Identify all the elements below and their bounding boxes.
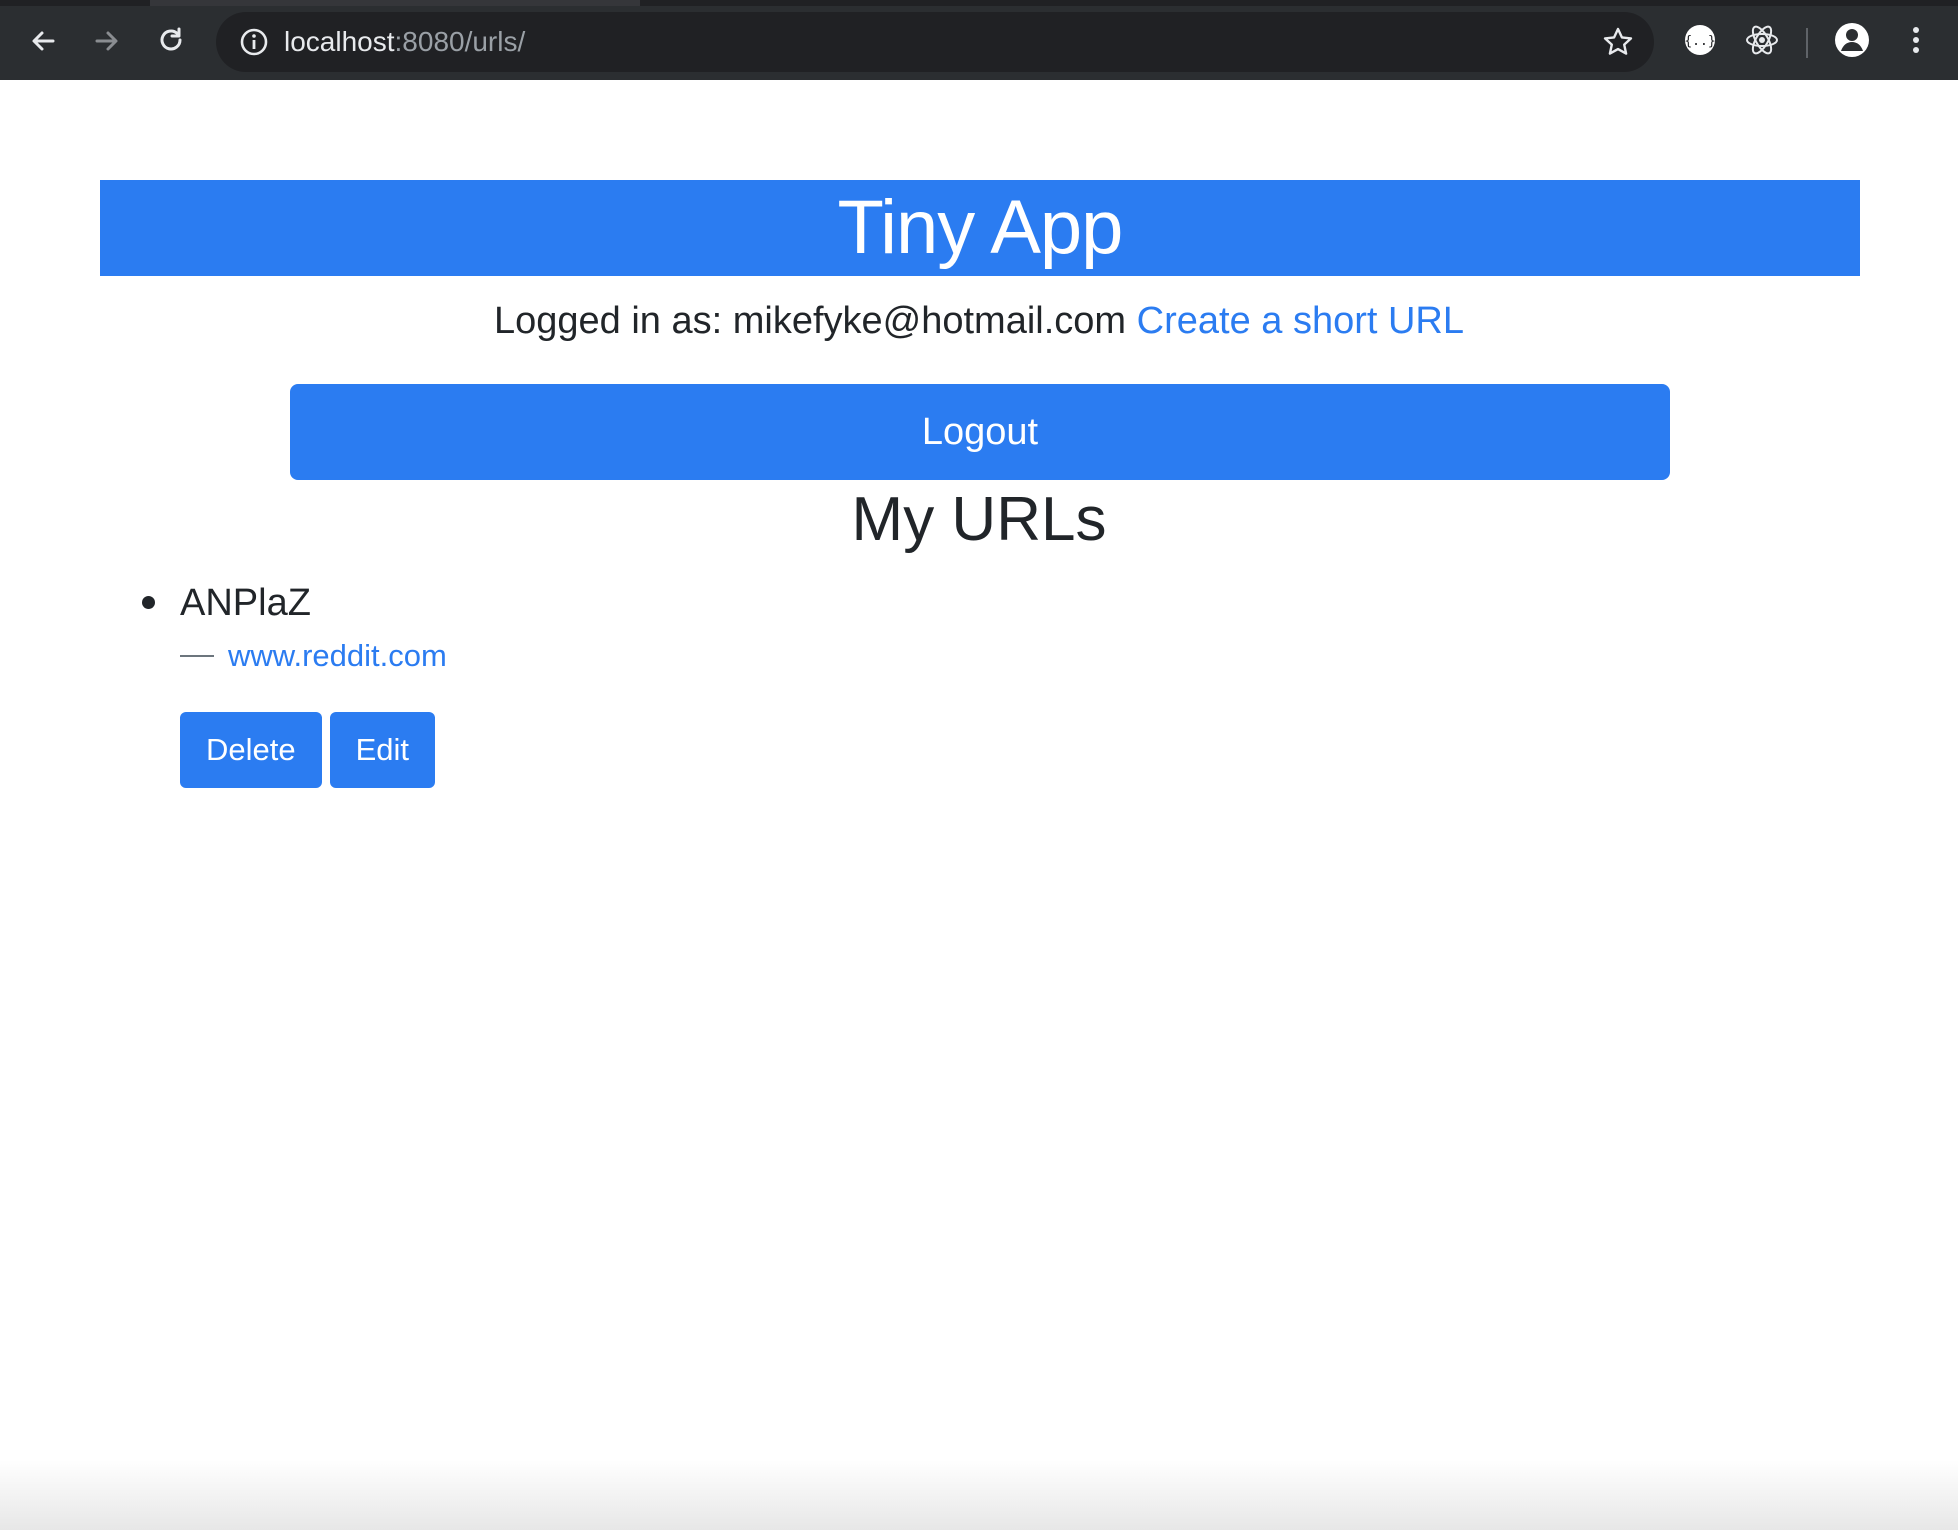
forward-arrow-icon	[95, 31, 118, 51]
url-host: localhost	[284, 26, 395, 57]
forward-button[interactable]	[84, 18, 130, 64]
svg-text:{..}: {..}	[1684, 34, 1715, 49]
create-short-url-link[interactable]: Create a short URL	[1137, 300, 1464, 342]
window-bottom-shadow	[0, 1460, 1958, 1530]
tab-strip	[0, 0, 1958, 6]
browser-toolbar: localhost:8080/urls/ {..}	[0, 0, 1958, 80]
toolbar-divider	[1806, 28, 1808, 58]
list-item: ANPlaZ www.reddit.com Delete Edit	[134, 574, 447, 788]
section-title: My URLs	[851, 485, 1107, 554]
login-status: Logged in as: mikefyke@hotmail.com Creat…	[0, 296, 1958, 346]
long-url-link[interactable]: www.reddit.com	[228, 638, 447, 673]
bullet	[142, 596, 155, 609]
url-text[interactable]: localhost:8080/urls/	[284, 26, 525, 58]
back-button[interactable]	[20, 18, 66, 64]
url-list: ANPlaZ www.reddit.com Delete Edit	[134, 574, 447, 788]
dash	[180, 654, 214, 657]
info-icon[interactable]	[238, 26, 270, 58]
delete-button[interactable]: Delete	[180, 712, 322, 788]
reload-button[interactable]	[148, 18, 194, 64]
json-extension-icon[interactable]: {..}	[1680, 20, 1720, 60]
star-icon[interactable]	[1600, 24, 1636, 60]
back-arrow-icon	[32, 31, 55, 51]
url-actions: Delete Edit	[180, 712, 447, 788]
tab-edge[interactable]	[150, 0, 640, 6]
reload-icon	[160, 27, 182, 51]
react-extension-icon[interactable]	[1742, 20, 1782, 60]
short-url-code: ANPlaZ	[180, 582, 311, 624]
long-url-line: www.reddit.com	[180, 634, 447, 678]
logout-button[interactable]: Logout	[290, 384, 1670, 480]
kebab-menu-icon[interactable]	[1896, 20, 1936, 60]
app-title-banner: Tiny App	[100, 180, 1860, 276]
profile-icon[interactable]	[1832, 20, 1872, 60]
logged-in-prefix: Logged in as:	[493, 300, 723, 342]
address-bar[interactable]: localhost:8080/urls/	[216, 12, 1654, 72]
edit-button[interactable]: Edit	[329, 712, 436, 788]
user-email: mikefyke@hotmail.com	[732, 300, 1127, 342]
url-path: :8080/urls/	[394, 26, 526, 57]
